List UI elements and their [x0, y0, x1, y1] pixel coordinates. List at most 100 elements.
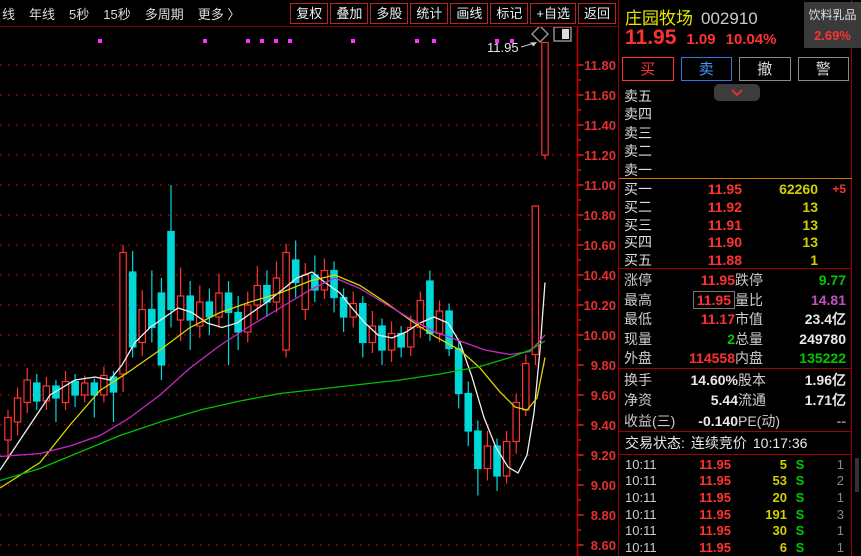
buy-queue-row[interactable]: 买三11.9113 [619, 215, 852, 233]
sell-queue-row[interactable]: 卖三 [619, 123, 852, 141]
tick-row: 10:1111.956S1 [619, 539, 852, 556]
stats-row: 换手14.60%股本1.96亿 [619, 370, 852, 390]
signal-dot [246, 39, 250, 43]
tick-count: 1 [813, 523, 844, 538]
trade-button-neutral[interactable]: 警 [798, 57, 850, 81]
candle-body [14, 398, 20, 422]
toolbar-button-4[interactable]: 画线 [450, 3, 488, 24]
candle-body [5, 418, 11, 441]
buy-queue-row[interactable]: 买二11.9213 [619, 197, 852, 215]
sell-queue-row[interactable]: 卖五 [619, 86, 852, 104]
tick-count: 3 [813, 507, 844, 522]
candle-body [43, 386, 49, 401]
tick-price: 11.95 [669, 473, 731, 488]
period-item-4[interactable]: 多周期 [145, 4, 184, 23]
axis-label: 8.60 [591, 538, 616, 553]
chart-action-buttons: 复权叠加多股统计画线标记+自选返回 [290, 3, 616, 24]
tick-price: 11.95 [669, 540, 731, 555]
toolbar-button-3[interactable]: 统计 [410, 3, 448, 24]
stats-row: 现量2总量249780 [619, 329, 852, 349]
industry-change-pct: 2.69% [804, 28, 861, 43]
candle-body [82, 383, 88, 395]
period-item-2[interactable]: 5秒 [69, 4, 89, 23]
axis-label: 11.80 [584, 58, 616, 73]
axis-label: 9.80 [591, 358, 616, 373]
tick-trade-list[interactable]: 10:1111.955S110:1111.9553S210:1111.9520S… [619, 456, 852, 556]
tick-list-scrollbar[interactable] [855, 458, 859, 492]
stat-value: 9.77 [777, 272, 846, 288]
axis-label: 11.00 [584, 178, 616, 193]
stat-label: 涨停 [624, 270, 666, 290]
toolbar-button-0[interactable]: 复权 [290, 3, 328, 24]
toolbar-button-5[interactable]: 标记 [490, 3, 528, 24]
stat-label: 总量 [735, 329, 777, 349]
stat-label: 现量 [624, 329, 666, 349]
candle-body [427, 281, 433, 334]
trading-status-bar: 交易状态: 连续竞价 10:17:36 [619, 432, 852, 454]
stat-label: 内盘 [735, 348, 777, 368]
stat-value: 11.95 [666, 291, 735, 309]
toolbar-button-1[interactable]: 叠加 [330, 3, 368, 24]
queue-extra: +5 [818, 182, 846, 196]
trade-button-neutral[interactable]: 撤 [739, 57, 791, 81]
stat-label: 最低 [624, 309, 666, 329]
signal-dot [432, 39, 436, 43]
candle-body [120, 253, 126, 375]
period-item-3[interactable]: 15秒 [103, 4, 130, 23]
stats-row: 涨停11.95跌停9.77 [619, 270, 852, 290]
last-price: 11.95 [625, 26, 676, 50]
stat-label: 市值 [735, 309, 777, 329]
signal-dot [288, 39, 292, 43]
buy-queue-row[interactable]: 买五11.881 [619, 250, 852, 268]
chart-toolbar: 线年线 5秒 15秒多周期更多 〉 复权叠加多股统计画线标记+自选返回 [0, 0, 618, 27]
stat-value: 249780 [777, 331, 846, 347]
candle-body [283, 253, 289, 351]
period-item-0[interactable]: 线 [2, 4, 15, 23]
period-selector: 线年线 5秒 15秒多周期更多 〉 [2, 4, 240, 23]
queue-label: 卖一 [624, 160, 668, 180]
queue-volume: 62260 [742, 181, 818, 197]
ma-white-line [0, 272, 545, 473]
stat-label: 净资 [624, 390, 682, 410]
stat-value: 11.17 [666, 311, 735, 327]
trade-button-buy[interactable]: 买 [622, 57, 674, 81]
candle-body [158, 293, 164, 365]
kline-chart[interactable]: 11.8011.6011.4011.2011.0010.8010.6010.40… [0, 27, 618, 556]
buy-queue-row[interactable]: 买一11.9562260+5 [619, 179, 852, 197]
trade-button-sell[interactable]: 卖 [681, 57, 733, 81]
signal-dot [415, 39, 419, 43]
axis-label: 9.00 [591, 478, 616, 493]
sell-queue-row[interactable]: 卖四 [619, 104, 852, 122]
tick-price: 11.95 [669, 523, 731, 538]
toolbar-button-7[interactable]: 返回 [578, 3, 616, 24]
period-item-5[interactable]: 更多 〉 [198, 4, 241, 23]
tick-time: 10:11 [625, 457, 669, 472]
tick-time: 10:11 [625, 473, 669, 488]
diamond-marker-icon[interactable] [532, 27, 548, 42]
tick-price: 11.95 [669, 507, 731, 522]
buy-queue-row[interactable]: 买四11.9013 [619, 232, 852, 250]
divider [619, 268, 852, 269]
candle-body [254, 286, 260, 306]
tick-row: 10:1111.9530S1 [619, 522, 852, 539]
stat-label: 量比 [735, 290, 777, 310]
stat-value: 5.44 [682, 392, 738, 408]
toolbar-button-6[interactable]: +自选 [530, 3, 576, 24]
tick-count: 1 [813, 490, 844, 505]
trading-status-time: 10:17:36 [753, 435, 808, 451]
tick-count: 1 [813, 457, 844, 472]
candle-body [532, 206, 538, 355]
stat-label: 外盘 [624, 348, 666, 368]
sell-queue-row[interactable]: 卖二 [619, 141, 852, 159]
period-item-1[interactable]: 年线 [29, 4, 55, 23]
tick-volume: 6 [731, 540, 787, 555]
queue-price: 11.91 [668, 217, 742, 233]
tick-row: 10:1111.9520S1 [619, 489, 852, 506]
stat-value: 135222 [777, 350, 846, 366]
tick-count: 1 [813, 540, 844, 555]
toolbar-button-2[interactable]: 多股 [370, 3, 408, 24]
sell-queue-row[interactable]: 卖一 [619, 160, 852, 178]
axis-label: 10.60 [583, 238, 616, 253]
tick-volume: 191 [731, 507, 787, 522]
industry-badge[interactable]: 饮料乳品 2.69% [804, 2, 861, 48]
